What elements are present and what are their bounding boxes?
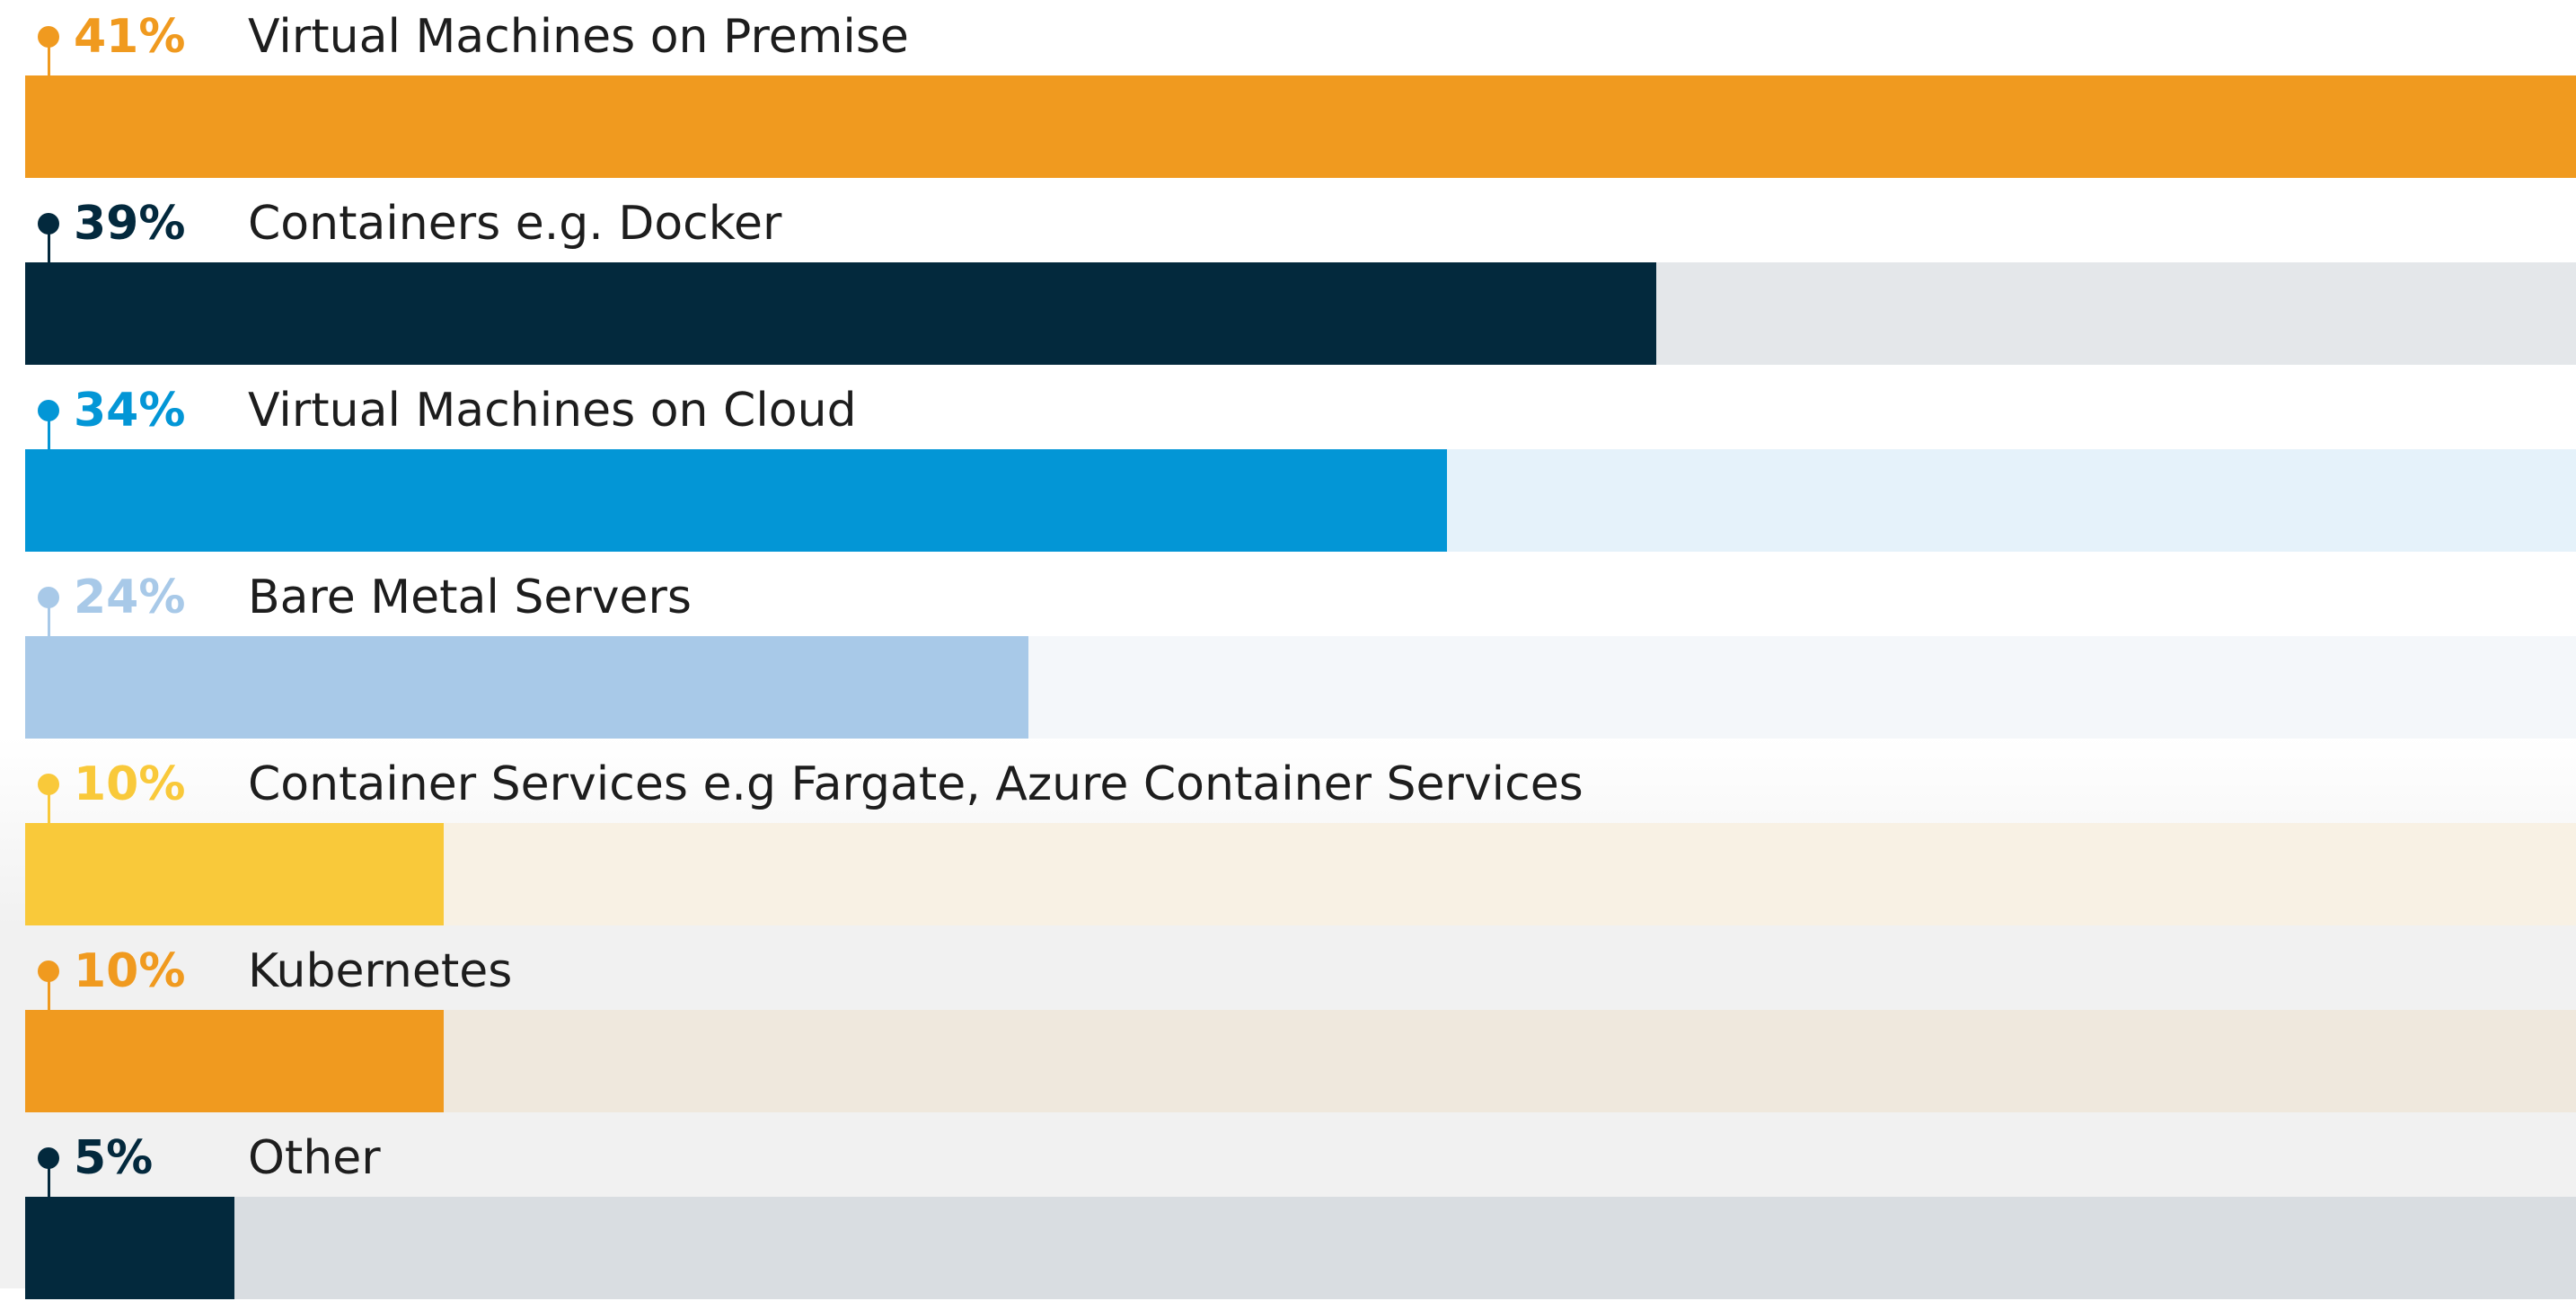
value-label: 10% [74, 944, 186, 998]
bar-row: 34% Virtual Machines on Cloud [0, 376, 2576, 562]
marker-stem [48, 41, 50, 75]
bar-row: 41% Virtual Machines on Premise [0, 2, 2576, 189]
category-label: Other [248, 1131, 381, 1185]
marker-stem [48, 1163, 50, 1197]
value-label: 39% [74, 197, 186, 251]
category-label: Containers e.g. Docker [248, 197, 782, 251]
category-label: Container Services e.g Fargate, Azure Co… [248, 757, 1584, 811]
marker-stem [48, 415, 50, 449]
bar [25, 636, 1029, 739]
value-label: 41% [74, 10, 186, 64]
bar [25, 262, 1656, 365]
bar-row: 5% Other [0, 1123, 2576, 1310]
bar [25, 1197, 234, 1299]
bar-row: 10% Container Services e.g Fargate, Azure… [0, 749, 2576, 936]
marker-stem [48, 976, 50, 1010]
value-label: 24% [74, 571, 186, 624]
marker-stem [48, 228, 50, 262]
bar [25, 1010, 444, 1112]
category-label: Bare Metal Servers [248, 571, 692, 624]
bar [25, 449, 1447, 552]
value-label: 10% [74, 757, 186, 811]
bar-row: 24% Bare Metal Servers [0, 562, 2576, 749]
category-label: Virtual Machines on Premise [248, 10, 909, 64]
bar-row: 10% Kubernetes [0, 936, 2576, 1123]
bar-row: 39% Containers e.g. Docker [0, 189, 2576, 376]
bar [25, 823, 444, 925]
value-label: 34% [74, 384, 186, 438]
bar-chart: 41% Virtual Machines on Premise 39% Contain… [0, 0, 2576, 1299]
marker-stem [48, 789, 50, 823]
category-label: Kubernetes [248, 944, 513, 998]
marker-stem [48, 602, 50, 636]
bar [25, 75, 1740, 178]
bar-track [25, 1197, 2576, 1299]
value-label: 5% [74, 1131, 154, 1185]
category-label: Virtual Machines on Cloud [248, 384, 857, 438]
